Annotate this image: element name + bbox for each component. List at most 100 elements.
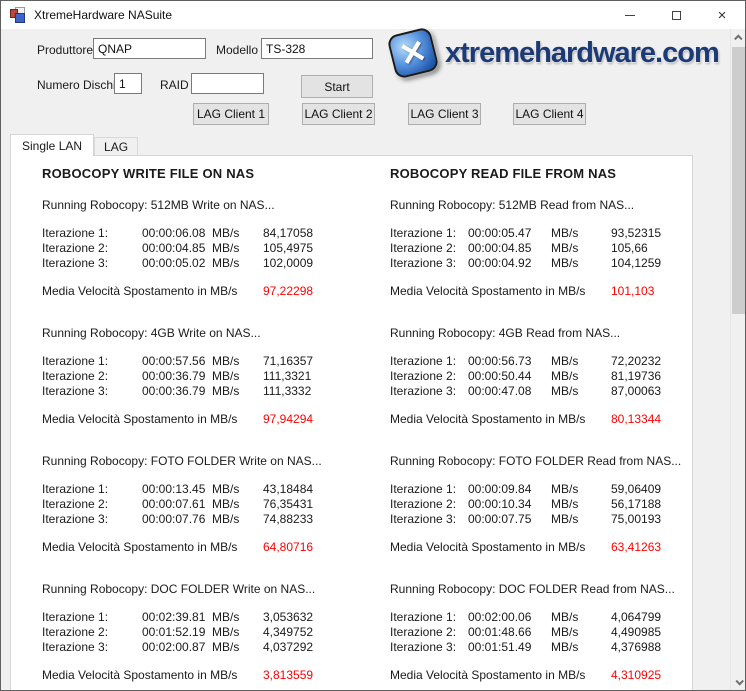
- test-status: Running Robocopy: 512MB Write on NAS...: [42, 198, 372, 213]
- iteration-value: 81,19736: [611, 369, 690, 384]
- iteration-value: 105,66: [611, 241, 690, 256]
- vertical-scrollbar[interactable]: [730, 29, 745, 690]
- iteration-time: 00:00:47.08: [468, 384, 551, 399]
- iteration-value: 84,17058: [263, 226, 372, 241]
- iteration-value: 43,18484: [263, 482, 372, 497]
- iteration-row: Iterazione 1: 00:00:13.45 MB/s 43,18484: [42, 482, 372, 497]
- iteration-row: Iterazione 2: 00:00:04.85 MB/s 105,66: [390, 241, 690, 256]
- iteration-unit: MB/s: [551, 241, 611, 256]
- iteration-unit: MB/s: [212, 610, 263, 625]
- tab-lag[interactable]: LAG: [94, 137, 138, 155]
- app-icon: [10, 7, 26, 23]
- scroll-up-button[interactable]: [731, 29, 746, 46]
- iteration-unit: MB/s: [551, 256, 611, 271]
- iteration-value: 74,88233: [263, 512, 372, 527]
- iteration-row: Iterazione 1: 00:02:00.06 MB/s 4,064799: [390, 610, 690, 625]
- media-value: 63,41263: [611, 540, 690, 555]
- iteration-label: Iterazione 2:: [390, 625, 468, 640]
- start-button[interactable]: Start: [301, 75, 373, 98]
- iteration-label: Iterazione 3:: [390, 384, 468, 399]
- test-block: Running Robocopy: 4GB Write on NAS... It…: [42, 326, 372, 427]
- lag-client-4-button[interactable]: LAG Client 4: [513, 103, 586, 125]
- chevron-up-icon: [734, 34, 742, 42]
- iteration-label: Iterazione 2:: [390, 241, 468, 256]
- iteration-value: 71,16357: [263, 354, 372, 369]
- iteration-value: 4,349752: [263, 625, 372, 640]
- media-row: Media Velocità Spostamento in MB/s 64,80…: [42, 540, 372, 555]
- iteration-unit: MB/s: [212, 512, 263, 527]
- iteration-row: Iterazione 2: 00:00:10.34 MB/s 56,17188: [390, 497, 690, 512]
- iteration-row: Iterazione 2: 00:00:50.44 MB/s 81,19736: [390, 369, 690, 384]
- tab-single-lan[interactable]: Single LAN: [10, 134, 94, 156]
- modello-input[interactable]: [261, 38, 373, 59]
- media-value: 64,80716: [263, 540, 372, 555]
- iteration-value: 72,20232: [611, 354, 690, 369]
- test-block: Running Robocopy: 512MB Write on NAS... …: [42, 198, 372, 299]
- test-block: Running Robocopy: DOC FOLDER Read from N…: [390, 582, 690, 683]
- media-label: Media Velocità Spostamento in MB/s: [390, 540, 611, 555]
- iteration-row: Iterazione 3: 00:00:07.75 MB/s 75,00193: [390, 512, 690, 527]
- iteration-row: Iterazione 3: 00:00:05.02 MB/s 102,0009: [42, 256, 372, 271]
- lag-client-3-button[interactable]: LAG Client 3: [408, 103, 481, 125]
- iteration-row: Iterazione 3: 00:02:00.87 MB/s 4,037292: [42, 640, 372, 655]
- test-status: Running Robocopy: FOTO FOLDER Read from …: [390, 454, 690, 469]
- minimize-button[interactable]: [607, 1, 653, 29]
- media-label: Media Velocità Spostamento in MB/s: [42, 412, 263, 427]
- scroll-down-button[interactable]: [731, 673, 746, 690]
- lag-client-2-button[interactable]: LAG Client 2: [302, 103, 375, 125]
- iteration-label: Iterazione 2:: [42, 241, 142, 256]
- media-value: 101,103: [611, 284, 690, 299]
- iteration-value: 111,3332: [263, 384, 372, 399]
- iteration-row: Iterazione 1: 00:02:39.81 MB/s 3,053632: [42, 610, 372, 625]
- iteration-unit: MB/s: [212, 256, 263, 271]
- iteration-label: Iterazione 1:: [42, 482, 142, 497]
- close-icon: ×: [718, 8, 727, 23]
- iteration-time: 00:00:07.75: [468, 512, 551, 527]
- raid-input[interactable]: [191, 73, 264, 94]
- iteration-unit: MB/s: [212, 226, 263, 241]
- produttore-input[interactable]: [93, 38, 206, 59]
- iteration-time: 00:01:48.66: [468, 625, 551, 640]
- iteration-label: Iterazione 2:: [390, 369, 468, 384]
- iteration-label: Iterazione 2:: [42, 497, 142, 512]
- iteration-value: 59,06409: [611, 482, 690, 497]
- iteration-unit: MB/s: [212, 241, 263, 256]
- media-row: Media Velocità Spostamento in MB/s 97,94…: [42, 412, 372, 427]
- app-window: XtremeHardware NASuite × Produttore Mode…: [0, 0, 746, 691]
- iteration-time: 00:00:07.61: [142, 497, 212, 512]
- media-value: 3,813559: [263, 668, 372, 683]
- raid-label: RAID: [160, 78, 189, 92]
- iteration-label: Iterazione 2:: [42, 369, 142, 384]
- media-value: 80,13344: [611, 412, 690, 427]
- iteration-row: Iterazione 2: 00:00:04.85 MB/s 105,4975: [42, 241, 372, 256]
- column-title: ROBOCOPY READ FILE FROM NAS: [390, 166, 690, 181]
- maximize-icon: [672, 11, 681, 20]
- iteration-label: Iterazione 2:: [42, 625, 142, 640]
- iteration-row: Iterazione 1: 00:00:57.56 MB/s 71,16357: [42, 354, 372, 369]
- iteration-row: Iterazione 1: 00:00:09.84 MB/s 59,06409: [390, 482, 690, 497]
- numero-dischi-input[interactable]: [114, 73, 142, 94]
- test-status: Running Robocopy: 4GB Write on NAS...: [42, 326, 372, 341]
- window-title: XtremeHardware NASuite: [34, 8, 172, 22]
- iteration-label: Iterazione 1:: [42, 610, 142, 625]
- iteration-value: 56,17188: [611, 497, 690, 512]
- iteration-row: Iterazione 1: 00:00:56.73 MB/s 72,20232: [390, 354, 690, 369]
- modello-label: Modello: [216, 43, 258, 57]
- media-label: Media Velocità Spostamento in MB/s: [390, 412, 611, 427]
- iteration-value: 105,4975: [263, 241, 372, 256]
- scrollbar-thumb[interactable]: [732, 47, 745, 314]
- iteration-unit: MB/s: [551, 384, 611, 399]
- iteration-unit: MB/s: [212, 384, 263, 399]
- iteration-value: 93,52315: [611, 226, 690, 241]
- lag-client-1-button[interactable]: LAG Client 1: [193, 103, 269, 125]
- iteration-label: Iterazione 3:: [42, 384, 142, 399]
- iteration-value: 111,3321: [263, 369, 372, 384]
- iteration-value: 87,00063: [611, 384, 690, 399]
- test-status: Running Robocopy: DOC FOLDER Read from N…: [390, 582, 690, 597]
- iteration-time: 00:00:04.92: [468, 256, 551, 271]
- maximize-button[interactable]: [653, 1, 699, 29]
- iteration-time: 00:00:06.08: [142, 226, 212, 241]
- result-column: ROBOCOPY READ FILE FROM NAS Running Robo…: [390, 156, 690, 691]
- close-button[interactable]: ×: [699, 1, 745, 29]
- iteration-time: 00:02:39.81: [142, 610, 212, 625]
